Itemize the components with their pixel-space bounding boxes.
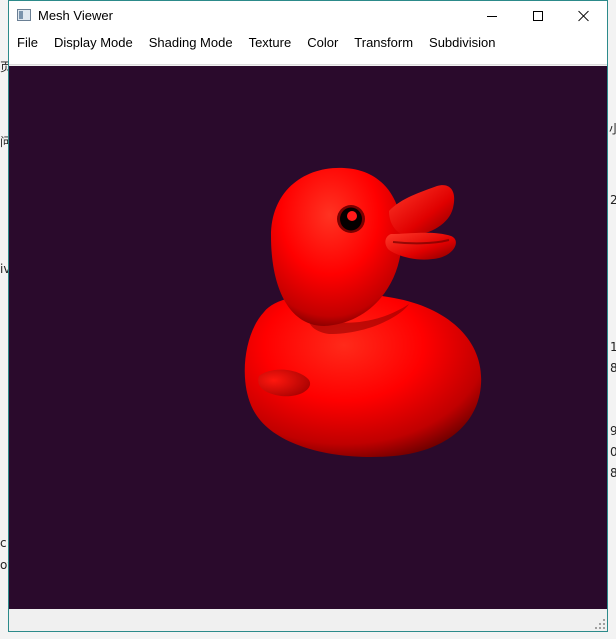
background-text: 1 bbox=[610, 340, 616, 354]
menu-display-mode[interactable]: Display Mode bbox=[46, 32, 141, 54]
background-text: 小 bbox=[609, 122, 616, 136]
maximize-button[interactable] bbox=[515, 1, 561, 31]
duck-beak bbox=[385, 185, 456, 260]
background-text: 2 bbox=[610, 193, 616, 207]
menu-bar: File Display Mode Shading Mode Texture C… bbox=[9, 31, 607, 55]
mesh-render bbox=[244, 167, 482, 458]
app-icon[interactable] bbox=[17, 9, 31, 21]
background-text: 0 bbox=[610, 445, 616, 459]
mesh-viewer-window: Mesh Viewer File Display Mode Shading Mo… bbox=[8, 0, 608, 632]
minimize-button[interactable] bbox=[469, 1, 515, 31]
resize-grip-icon[interactable] bbox=[595, 619, 605, 629]
minimize-icon bbox=[487, 16, 497, 17]
toolbar-area bbox=[9, 55, 607, 65]
menu-color[interactable]: Color bbox=[299, 32, 346, 54]
status-bar bbox=[9, 609, 607, 631]
close-icon bbox=[578, 10, 590, 22]
background-text: 8 bbox=[610, 361, 616, 375]
background-text: 9 bbox=[610, 424, 616, 438]
maximize-icon bbox=[533, 11, 543, 21]
menu-subdivision[interactable]: Subdivision bbox=[421, 32, 504, 54]
menu-file[interactable]: File bbox=[9, 32, 46, 54]
duck-body bbox=[244, 292, 482, 458]
close-button[interactable] bbox=[561, 1, 607, 31]
menu-texture[interactable]: Texture bbox=[241, 32, 300, 54]
background-text: c bbox=[0, 536, 7, 550]
window-title: Mesh Viewer bbox=[38, 8, 113, 23]
title-bar[interactable]: Mesh Viewer bbox=[9, 1, 607, 31]
menu-shading-mode[interactable]: Shading Mode bbox=[141, 32, 241, 54]
render-viewport[interactable] bbox=[9, 66, 607, 609]
menu-transform[interactable]: Transform bbox=[346, 32, 421, 54]
background-text: 8 bbox=[610, 466, 616, 480]
